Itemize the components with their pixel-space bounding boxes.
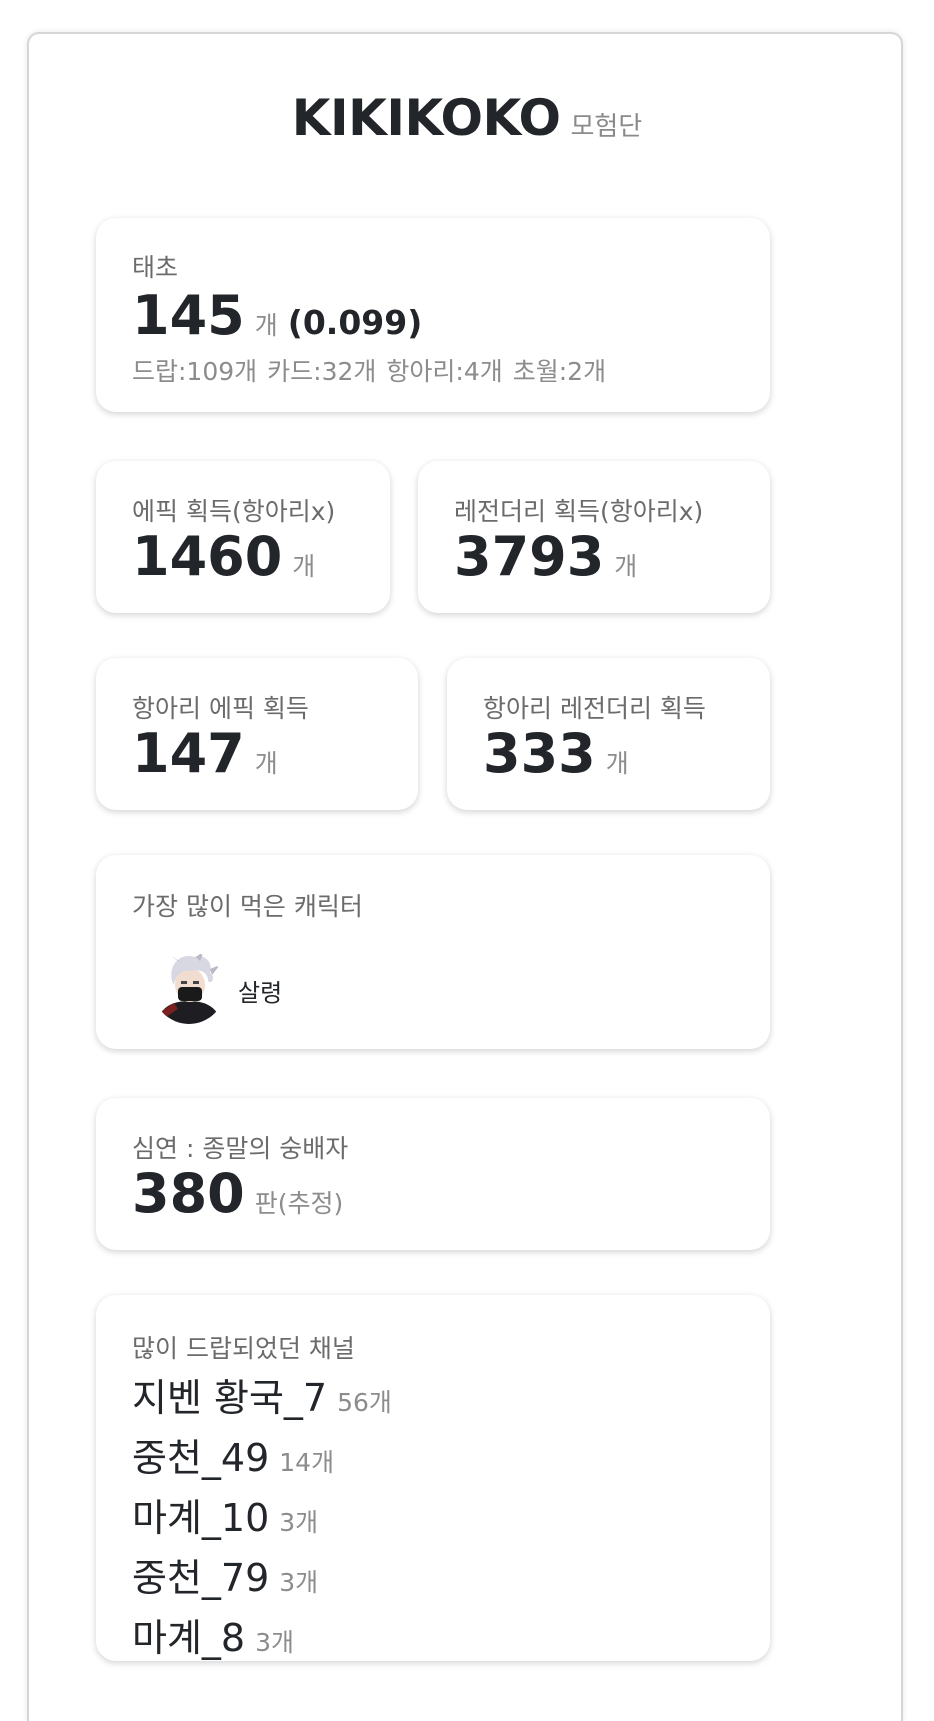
epic-no-jar-value-row: 1460 개 bbox=[132, 525, 315, 588]
top-character-name[interactable]: 살령 bbox=[238, 973, 282, 1008]
abyss-card: 심연 : 종말의 숭배자 380 판(추정) bbox=[96, 1098, 770, 1250]
jar-epic-label: 항아리 에픽 획득 bbox=[132, 694, 309, 723]
abyss-label: 심연 : 종말의 숭배자 bbox=[132, 1134, 349, 1163]
channel-name: 지벤 황국_7 bbox=[132, 1376, 328, 1420]
jar-epic-value-row: 147 개 bbox=[132, 722, 278, 785]
taecho-value-row: 145 개 (0.099) bbox=[132, 284, 422, 347]
jar-epic-count: 147 bbox=[132, 722, 245, 785]
legendary-no-jar-label: 레전더리 획득(항아리x) bbox=[454, 497, 704, 526]
adventure-group-name: KIKIKOKO bbox=[291, 89, 561, 147]
epic-no-jar-label: 에픽 획득(항아리x) bbox=[132, 497, 336, 526]
taecho-count: 145 bbox=[132, 284, 245, 347]
character-portrait-icon bbox=[153, 952, 225, 1024]
channel-count: 56개 bbox=[337, 1388, 392, 1417]
jar-epic-card: 항아리 에픽 획득 147 개 bbox=[96, 658, 418, 810]
channel-item: 마계_8 3개 bbox=[132, 1607, 392, 1667]
taecho-card-count: 카드:32개 bbox=[267, 357, 377, 386]
jar-legendary-count: 333 bbox=[483, 722, 596, 785]
jar-epic-unit: 개 bbox=[254, 749, 278, 778]
character-avatar[interactable] bbox=[152, 951, 226, 1025]
epic-no-jar-count: 1460 bbox=[132, 525, 283, 588]
taecho-jar-count: 항아리:4개 bbox=[386, 357, 503, 386]
channel-name: 마계_8 bbox=[132, 1616, 246, 1660]
legendary-no-jar-unit: 개 bbox=[614, 552, 638, 581]
taecho-ratio: (0.099) bbox=[287, 303, 423, 342]
legendary-no-jar-card: 레전더리 획득(항아리x) 3793 개 bbox=[418, 461, 770, 613]
abyss-unit: 판(추정) bbox=[254, 1189, 344, 1218]
taecho-card: 태초 145 개 (0.099) 드랍:109개 카드:32개 항아리:4개 초월:2개 bbox=[96, 218, 770, 412]
taecho-drop-count: 드랍:109개 bbox=[132, 357, 258, 386]
epic-no-jar-card: 에픽 획득(항아리x) 1460 개 bbox=[96, 461, 390, 613]
channel-item: 중천_49 14개 bbox=[132, 1427, 392, 1487]
channel-name: 중천_49 bbox=[132, 1436, 270, 1480]
jar-legendary-card: 항아리 레전더리 획득 333 개 bbox=[447, 658, 770, 810]
jar-legendary-unit: 개 bbox=[605, 749, 629, 778]
taecho-transcend-count: 초월:2개 bbox=[512, 357, 607, 386]
channel-name: 마계_10 bbox=[132, 1496, 270, 1540]
legendary-no-jar-count: 3793 bbox=[454, 525, 605, 588]
channel-count: 3개 bbox=[255, 1628, 295, 1657]
taecho-label: 태초 bbox=[132, 253, 179, 282]
adventure-group-subtitle: 모험단 bbox=[570, 112, 643, 142]
page-title: KIKIKOKO 모험단 bbox=[29, 89, 905, 147]
epic-no-jar-unit: 개 bbox=[292, 552, 316, 581]
abyss-value-row: 380 판(추정) bbox=[132, 1162, 343, 1225]
top-character-card: 가장 많이 먹은 캐릭터 살령 bbox=[96, 855, 770, 1049]
channel-item: 마계_10 3개 bbox=[132, 1487, 392, 1547]
channel-count: 14개 bbox=[279, 1448, 335, 1477]
jar-legendary-label: 항아리 레전더리 획득 bbox=[483, 694, 706, 723]
channel-count: 3개 bbox=[279, 1508, 319, 1537]
channel-item: 지벤 황국_7 56개 bbox=[132, 1367, 392, 1427]
channels-card: 많이 드랍되었던 채널 지벤 황국_7 56개 중천_49 14개 마계_10 3개 … bbox=[96, 1295, 770, 1661]
taecho-unit: 개 bbox=[254, 311, 278, 340]
channels-label: 많이 드랍되었던 채널 bbox=[132, 1334, 355, 1363]
channel-item: 중천_79 3개 bbox=[132, 1547, 392, 1607]
channel-list: 지벤 황국_7 56개 중천_49 14개 마계_10 3개 중천_79 3개 마계_8… bbox=[132, 1367, 392, 1667]
jar-legendary-value-row: 333 개 bbox=[483, 722, 629, 785]
abyss-count: 380 bbox=[132, 1162, 245, 1225]
taecho-breakdown: 드랍:109개 카드:32개 항아리:4개 초월:2개 bbox=[132, 352, 616, 388]
legendary-no-jar-value-row: 3793 개 bbox=[454, 525, 637, 588]
channel-name: 중천_79 bbox=[132, 1556, 270, 1600]
adventure-group-panel: KIKIKOKO 모험단 태초 145 개 (0.099) 드랍:109개 카드:32개… bbox=[27, 32, 903, 1721]
channel-count: 3개 bbox=[279, 1568, 319, 1597]
top-character-label: 가장 많이 먹은 캐릭터 bbox=[132, 892, 363, 921]
